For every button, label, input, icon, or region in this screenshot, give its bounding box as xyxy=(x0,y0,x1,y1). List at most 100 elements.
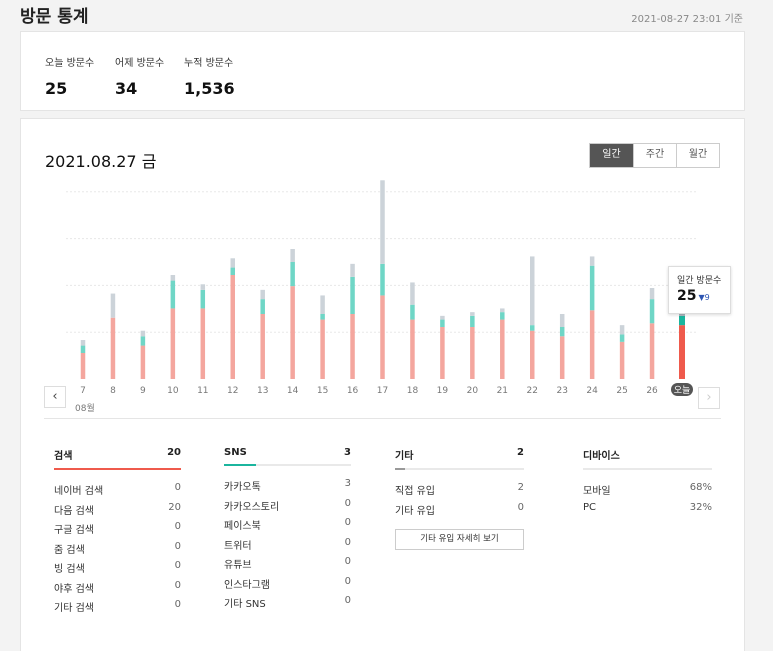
device-head: 디바이스 xyxy=(583,447,712,468)
list-item: 기타 SNS 0 xyxy=(224,595,351,610)
bar-segment[interactable] xyxy=(589,310,595,379)
sns-title: SNS xyxy=(224,447,247,458)
bar-segment[interactable] xyxy=(470,312,475,316)
bar-segment[interactable] xyxy=(290,286,295,379)
bar-segment[interactable] xyxy=(260,289,265,300)
other-detail-button[interactable]: 기타 유입 자세히 보기 xyxy=(395,529,524,550)
bar-segment[interactable] xyxy=(350,314,355,379)
bar-segment[interactable] xyxy=(440,327,445,379)
breakdown-sns: SNS 3 카카오톡 3 카카오스토리 0 페이스북 0 트위터 0 유튜브 0 인스타그램… xyxy=(224,447,351,615)
bar-segment[interactable] xyxy=(350,276,355,314)
bar-segment[interactable] xyxy=(170,308,176,379)
bar-segment[interactable] xyxy=(440,315,445,320)
bar-segment[interactable] xyxy=(320,295,325,314)
tick-label: 15 xyxy=(317,386,328,396)
visits-bar-chart: 7 8 9 10 11 12 13 14 15 16 17 18 19 20 21 22 23 24 25 26 오늘 xyxy=(66,180,698,396)
stat-today-value: 25 xyxy=(45,79,68,98)
bar-segment[interactable] xyxy=(140,330,146,337)
bar-segment[interactable] xyxy=(679,325,685,379)
bar-segment[interactable] xyxy=(320,319,325,379)
other-title: 기타 xyxy=(395,451,414,462)
bar-segment[interactable] xyxy=(350,263,355,277)
bar-segment[interactable] xyxy=(230,258,236,268)
chart-card: 2021.08.27 금 일간 주간 월간 7 8 9 10 11 12 13 14 15 16 1… xyxy=(20,118,745,651)
bar-segment[interactable] xyxy=(589,256,595,266)
bar-segment[interactable] xyxy=(619,334,625,342)
bar-segment[interactable] xyxy=(500,312,505,320)
bar-segment[interactable] xyxy=(440,319,445,327)
stat-today-label: 오늘 방문수 xyxy=(45,58,95,69)
tick-label: 13 xyxy=(257,386,268,396)
bar-segment[interactable] xyxy=(530,330,535,379)
bar-segment[interactable] xyxy=(170,280,176,309)
bar-segment[interactable] xyxy=(80,340,86,346)
list-item: PC 32% xyxy=(583,501,712,513)
bar-segment[interactable] xyxy=(380,295,385,379)
bar-segment[interactable] xyxy=(200,289,206,309)
bar-segment[interactable] xyxy=(619,325,625,335)
device-bar xyxy=(583,468,712,470)
bar-segment[interactable] xyxy=(110,317,116,379)
chart-prev-button[interactable]: ‹ xyxy=(44,386,66,408)
bar-segment[interactable] xyxy=(649,299,655,324)
summary-card: 오늘 방문수 25 어제 방문수 34 누적 방문수 1,536 xyxy=(20,31,745,111)
bar-segment[interactable] xyxy=(230,267,236,275)
bar-segment[interactable] xyxy=(559,314,565,327)
bar-segment[interactable] xyxy=(559,336,565,379)
bar-segment[interactable] xyxy=(470,327,475,379)
tick-label: 오늘 xyxy=(674,385,691,396)
breakdown-device: 디바이스 모바일 68% PC 32% xyxy=(583,447,712,521)
bar-segment[interactable] xyxy=(290,262,295,287)
bar-segment[interactable] xyxy=(589,265,595,311)
bar-segment[interactable] xyxy=(140,345,146,379)
tick-label: 8 xyxy=(110,386,116,396)
tick-label: 12 xyxy=(227,386,238,396)
bar-segment[interactable] xyxy=(380,180,385,264)
list-item: 구글 검색 0 xyxy=(54,521,181,536)
bar-segment[interactable] xyxy=(410,282,415,305)
stat-today: 오늘 방문수 25 xyxy=(45,54,94,98)
bar-segment[interactable] xyxy=(230,275,236,379)
stat-total: 누적 방문수 1,536 xyxy=(184,54,235,98)
list-item: 직접 유입 2 xyxy=(395,482,524,497)
bar-segment[interactable] xyxy=(80,345,86,353)
tick-label: 18 xyxy=(407,386,419,396)
bar-segment[interactable] xyxy=(140,336,146,346)
bar-segment[interactable] xyxy=(649,288,655,300)
bar-segment[interactable] xyxy=(649,323,655,379)
bar-segment[interactable] xyxy=(679,315,685,326)
bar-segment[interactable] xyxy=(410,304,415,320)
bar-segment[interactable] xyxy=(470,315,475,327)
bar-segment[interactable] xyxy=(200,308,206,379)
list-item: 트위터 0 xyxy=(224,536,351,552)
bar-segment[interactable] xyxy=(290,249,295,262)
bar-segment[interactable] xyxy=(260,299,265,314)
bar-segment[interactable] xyxy=(110,293,116,318)
list-item: 기타 유입 0 xyxy=(395,501,524,517)
stat-total-value: 1,536 xyxy=(184,79,235,98)
bar-segment[interactable] xyxy=(530,256,535,326)
stats-timestamp: 2021-08-27 23:01 기준 xyxy=(631,14,743,25)
chart-next-button[interactable]: › xyxy=(698,387,720,409)
list-item: 줌 검색 0 xyxy=(54,540,181,556)
bar-segment[interactable] xyxy=(559,327,565,337)
bar-segment[interactable] xyxy=(500,319,505,379)
tooltip-value-row: 25 ▼9 xyxy=(677,288,722,304)
breakdown-other: 기타 2 직접 유입 2 기타 유입 0 기타 유입 자세히 보기 xyxy=(395,447,524,550)
stat-yesterday-label: 어제 방문수 xyxy=(115,58,165,69)
stat-total-label: 누적 방문수 xyxy=(184,58,234,69)
bar-segment[interactable] xyxy=(500,308,505,313)
bar-segment[interactable] xyxy=(170,275,176,281)
stat-yesterday: 어제 방문수 34 xyxy=(115,54,164,98)
sns-total: 3 xyxy=(344,447,351,458)
bar-segment[interactable] xyxy=(260,314,265,379)
bar-segment[interactable] xyxy=(320,314,325,320)
bar-segment[interactable] xyxy=(619,341,625,379)
bar-segment[interactable] xyxy=(530,325,535,331)
bar-segment[interactable] xyxy=(380,263,385,296)
bar-segment[interactable] xyxy=(200,284,206,290)
device-title: 디바이스 xyxy=(583,451,620,462)
bar-segment[interactable] xyxy=(410,319,415,379)
list-item: 인스타그램 0 xyxy=(224,575,351,591)
bar-segment[interactable] xyxy=(80,353,86,379)
